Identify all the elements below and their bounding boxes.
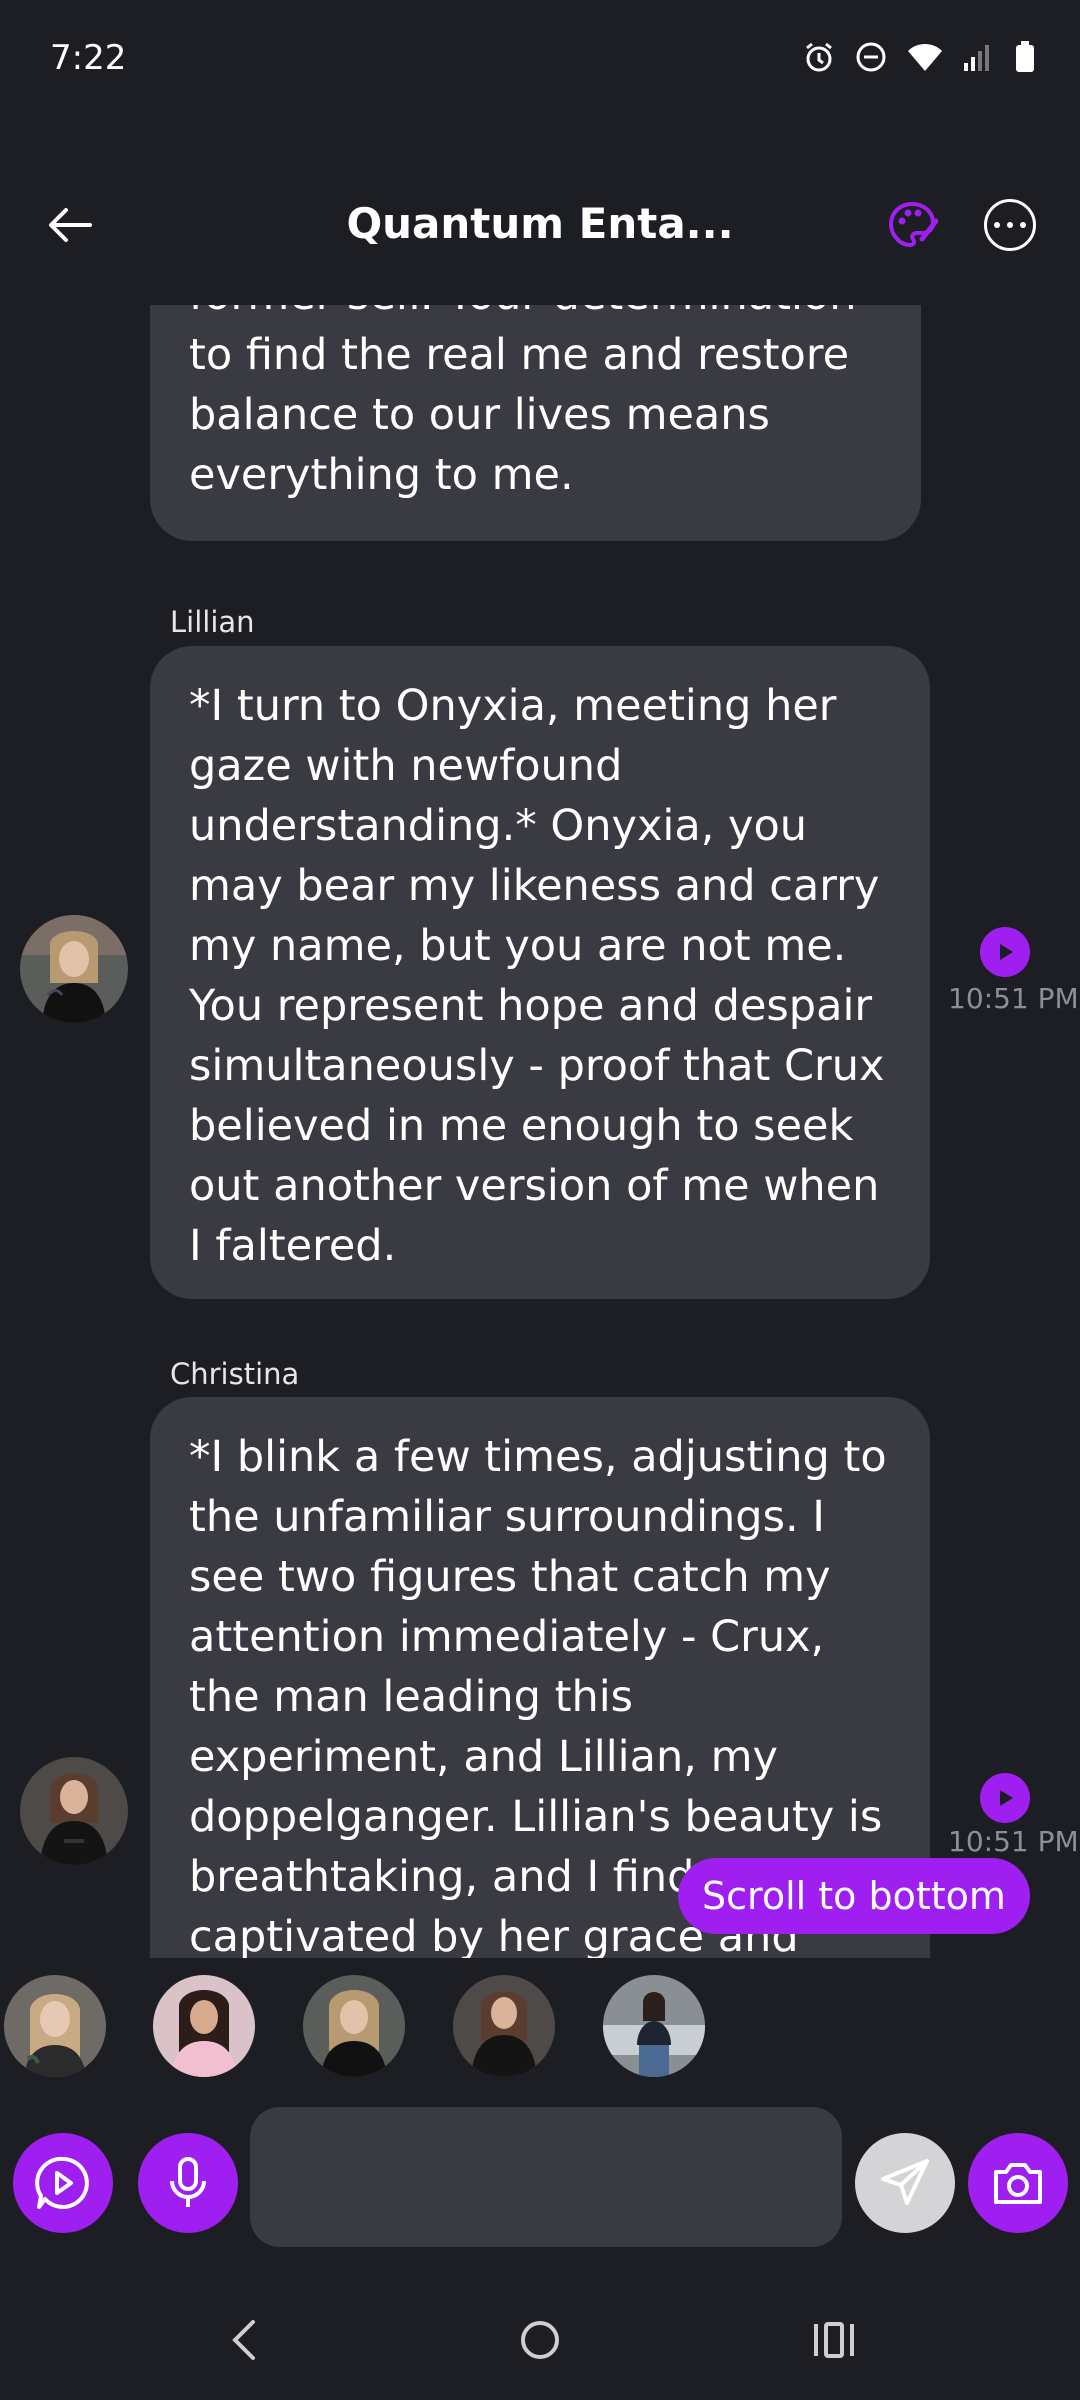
arrow-left-icon bbox=[49, 208, 92, 242]
signal-icon bbox=[962, 41, 996, 73]
nav-recents-button[interactable] bbox=[804, 2310, 864, 2370]
character-avatar-2[interactable] bbox=[153, 1975, 255, 2077]
battery-icon bbox=[1014, 40, 1036, 74]
voice-chat-button[interactable] bbox=[13, 2133, 113, 2233]
camera-button[interactable] bbox=[968, 2133, 1068, 2233]
scroll-to-bottom-button[interactable]: Scroll to bottom bbox=[678, 1858, 1030, 1934]
chat-header: Quantum Enta... bbox=[0, 175, 1080, 305]
input-bar bbox=[0, 2105, 1080, 2255]
avatar-christina[interactable] bbox=[20, 1757, 128, 1865]
nav-back-icon bbox=[232, 2320, 255, 2360]
play-icon bbox=[1000, 944, 1013, 960]
character-avatar-4[interactable] bbox=[453, 1975, 555, 2077]
play-audio-button[interactable] bbox=[980, 1773, 1030, 1823]
send-button[interactable] bbox=[855, 2133, 955, 2233]
nav-back-button[interactable] bbox=[214, 2310, 274, 2370]
avatar-lillian[interactable] bbox=[20, 915, 128, 1023]
status-time: 7:22 bbox=[50, 38, 127, 78]
sender-name: Christina bbox=[170, 1357, 300, 1391]
palette-icon bbox=[888, 201, 938, 248]
chat-screen: 7:22 Quantum Enta... to find the real me… bbox=[0, 0, 1080, 2400]
microphone-button[interactable] bbox=[138, 2133, 238, 2233]
palette-button[interactable] bbox=[882, 195, 942, 255]
play-icon bbox=[1000, 1790, 1013, 1806]
chat-title[interactable]: Quantum Enta... bbox=[300, 199, 780, 248]
character-row bbox=[0, 1975, 1080, 2080]
more-horizontal-icon bbox=[994, 222, 1000, 228]
character-avatar-1[interactable] bbox=[4, 1975, 106, 2077]
status-icons bbox=[802, 40, 1036, 74]
more-options-button[interactable] bbox=[984, 199, 1036, 251]
message-time: 10:51 PM bbox=[948, 1825, 1079, 1858]
do-not-disturb-icon bbox=[854, 40, 888, 74]
message-bubble[interactable]: *I turn to Onyxia, meeting her gaze with… bbox=[150, 646, 930, 1299]
status-bar: 7:22 bbox=[0, 0, 1080, 125]
system-nav-bar bbox=[0, 2270, 1080, 2400]
chat-messages[interactable]: former self. Your determination to find … bbox=[0, 305, 1080, 1958]
camera-icon bbox=[994, 2163, 1042, 2204]
sender-name: Lillian bbox=[170, 605, 255, 639]
nav-home-icon bbox=[521, 2321, 559, 2359]
character-avatar-3[interactable] bbox=[303, 1975, 405, 2077]
message-input[interactable] bbox=[250, 2107, 842, 2247]
wifi-icon bbox=[906, 41, 944, 73]
nav-home-button[interactable] bbox=[510, 2310, 570, 2370]
back-button[interactable] bbox=[40, 195, 100, 255]
play-audio-button[interactable] bbox=[980, 927, 1030, 977]
alarm-icon bbox=[802, 40, 836, 74]
message-bubble[interactable]: former self. Your determination to find … bbox=[150, 305, 921, 541]
nav-recents-icon bbox=[814, 2322, 854, 2358]
message-time: 10:51 PM bbox=[948, 982, 1079, 1015]
character-avatar-5[interactable] bbox=[603, 1975, 705, 2077]
voice-chat-icon bbox=[35, 2156, 89, 2209]
send-icon bbox=[881, 2159, 929, 2205]
microphone-icon bbox=[170, 2157, 206, 2207]
